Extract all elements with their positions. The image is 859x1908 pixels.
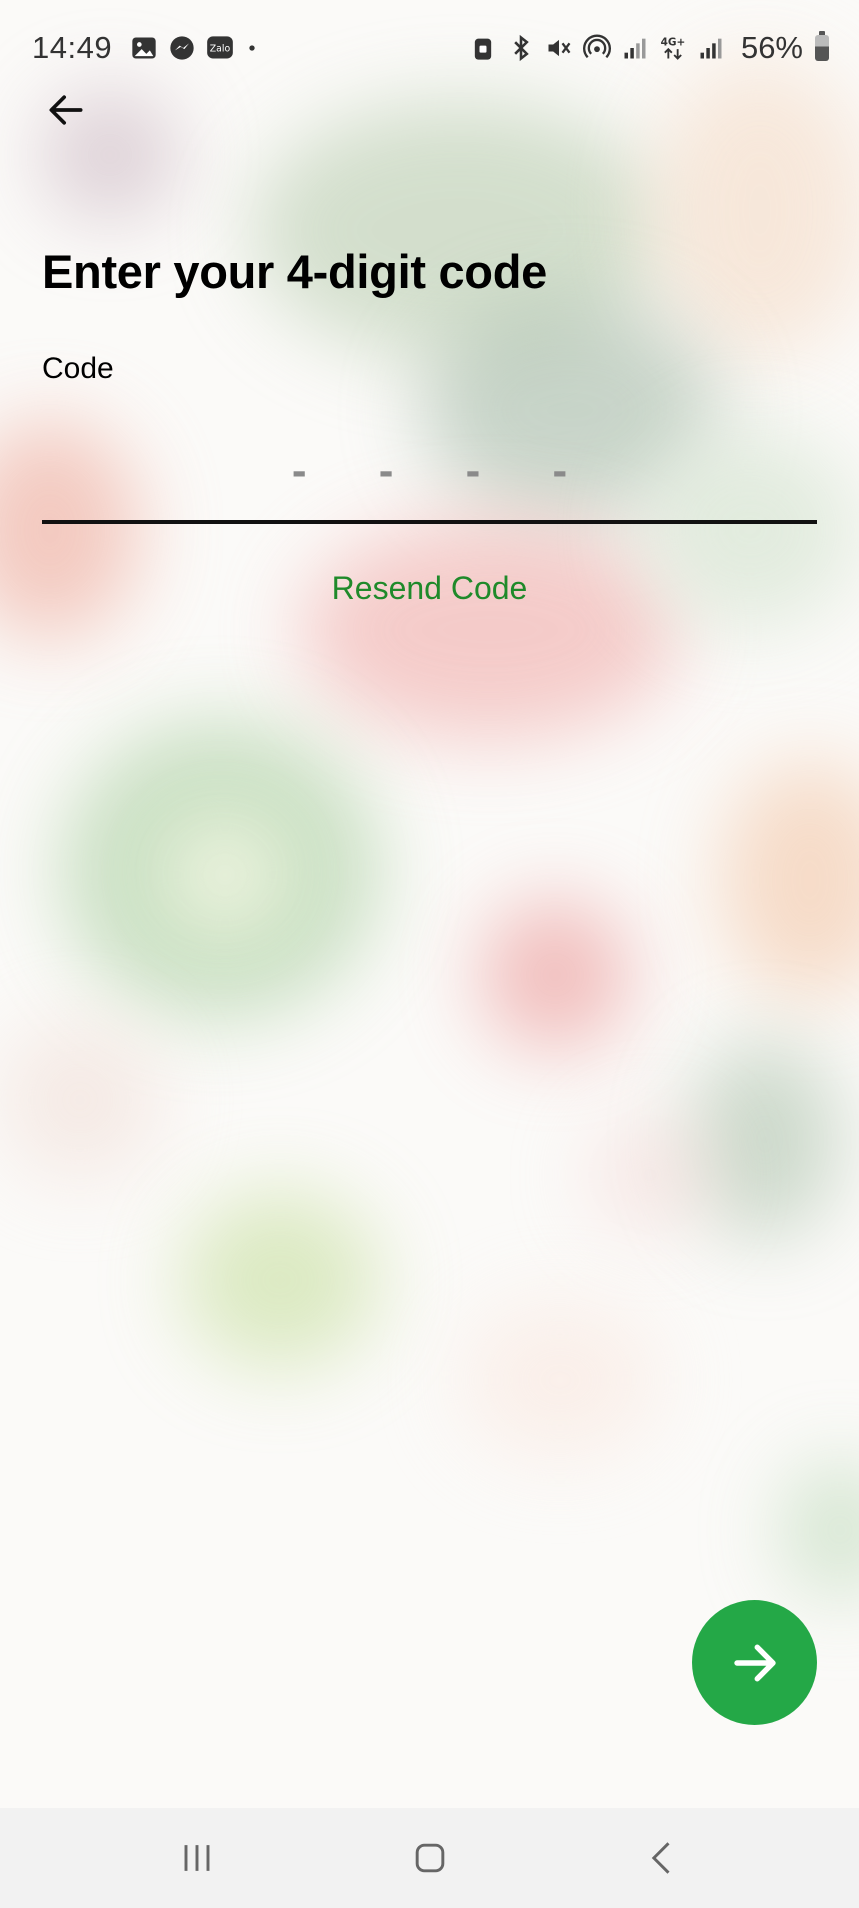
system-nav-bar (0, 1808, 859, 1908)
status-bar: 14:49 Zalo 4G+ 56% (0, 0, 859, 96)
zalo-icon: Zalo (206, 34, 234, 62)
bluetooth-icon (507, 34, 535, 62)
back-icon (651, 1842, 670, 1874)
signal-icon (697, 34, 725, 62)
network-label: 4G+ (661, 37, 686, 49)
home-button[interactable] (380, 1818, 480, 1898)
hotspot-icon (583, 34, 611, 62)
mute-icon (545, 34, 573, 62)
back-button[interactable] (36, 80, 96, 140)
vpn-lock-icon (469, 34, 497, 62)
arrow-right-icon (733, 1644, 776, 1681)
4g-icon: 4G+ (659, 34, 687, 62)
zalo-label: Zalo (210, 44, 231, 55)
code-label: Code (42, 352, 114, 385)
status-left: 14:49 Zalo (32, 30, 260, 66)
system-back-button[interactable] (613, 1818, 713, 1898)
signal-icon (621, 34, 649, 62)
battery-percent: 56% (740, 30, 803, 65)
page-title: Enter your 4-digit code (42, 245, 547, 298)
status-right: 4G+ 56% (469, 30, 829, 66)
status-time: 14:49 (32, 30, 113, 65)
recent-apps-button[interactable] (147, 1818, 247, 1898)
code-input[interactable]: - - - - (42, 420, 817, 524)
resend-code-link[interactable]: Resend Code (0, 570, 859, 607)
next-button[interactable] (692, 1600, 817, 1725)
dot-icon (244, 34, 260, 62)
arrow-left-icon (49, 95, 83, 125)
messenger-icon (168, 34, 196, 62)
recent-apps-icon (184, 1845, 209, 1871)
home-icon (415, 1843, 444, 1873)
gallery-icon (130, 34, 158, 62)
code-placeholder: - - - - (291, 446, 598, 495)
battery-icon (815, 31, 829, 61)
